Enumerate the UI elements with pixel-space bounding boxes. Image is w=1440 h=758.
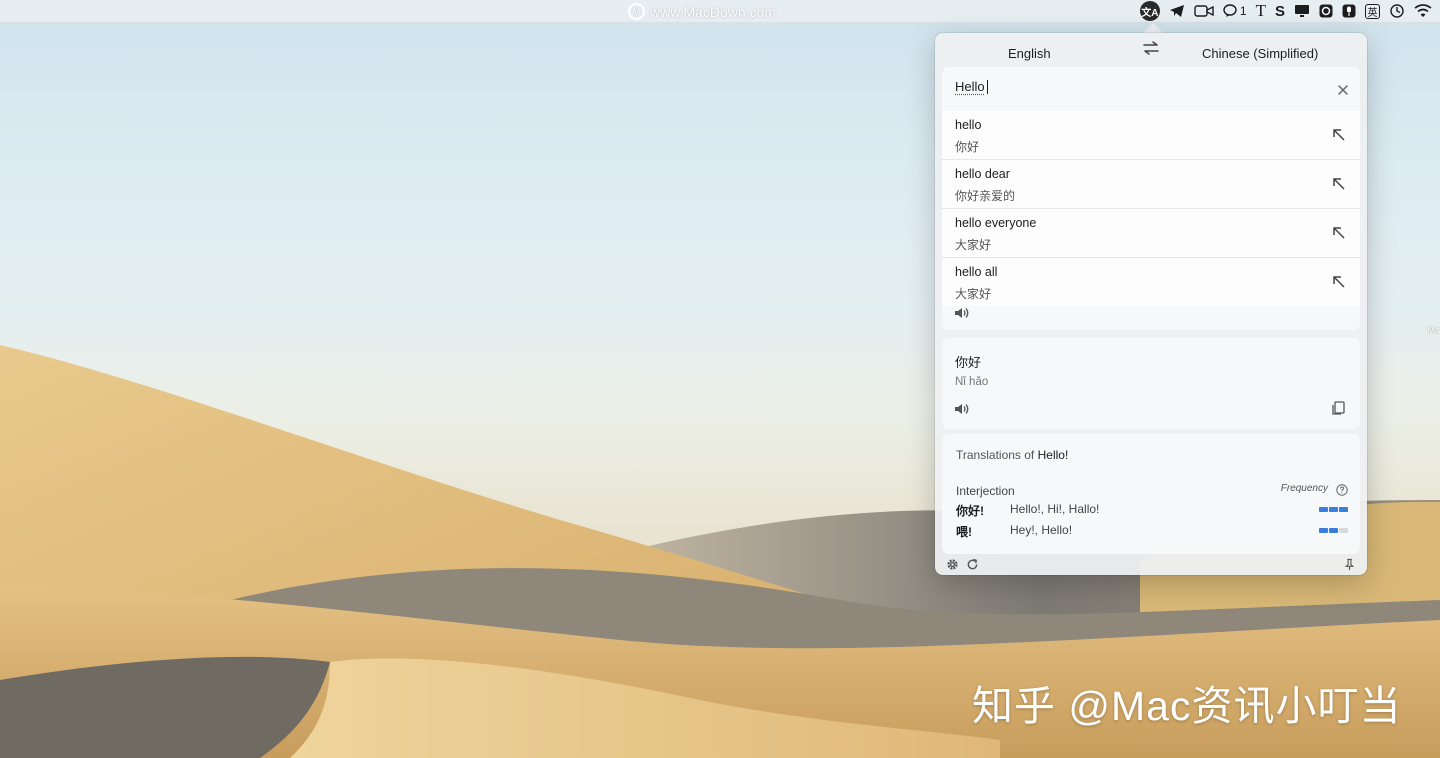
popover-footer (935, 554, 1367, 575)
input-method-icon[interactable]: 英 (1365, 0, 1380, 22)
dictionary-entry[interactable]: 你好! Hello!, Hi!, Hallo! (956, 502, 1348, 520)
suggestion-chinese: 你好 (955, 140, 980, 154)
copy-icon[interactable] (1330, 400, 1346, 416)
chat-bubbles-icon[interactable]: 1 (1223, 0, 1247, 22)
entry-chinese: 喂! (956, 525, 972, 539)
frequency-bars (1319, 528, 1348, 533)
chat-count: 1 (1239, 4, 1247, 18)
circle-square-icon[interactable] (1319, 0, 1333, 22)
fill-input-arrow-icon[interactable] (1332, 275, 1346, 289)
frequency-bar (1329, 507, 1338, 512)
pinyin-transliteration: Nǐ hǎo (955, 376, 989, 388)
suggestion-item[interactable]: hello dear 你好亲爱的 (942, 159, 1360, 208)
translator-popover: English Chinese (Simplified) Hello hello… (935, 33, 1367, 575)
frequency-bar (1339, 528, 1348, 533)
popover-arrow (1143, 23, 1163, 33)
frequency-bar (1329, 528, 1338, 533)
watermark-logo-icon: M (628, 3, 645, 20)
edge-desktop-label: Ma (1427, 325, 1440, 335)
target-language-button[interactable]: Chinese (Simplified) (1202, 46, 1318, 61)
pin-icon[interactable] (1343, 558, 1356, 571)
translate-icon[interactable]: 文A (1139, 0, 1160, 22)
suggestion-english: hello all (955, 265, 998, 279)
listen-source-speaker-icon[interactable] (954, 306, 970, 320)
strike-icon[interactable]: S (1275, 0, 1285, 22)
frequency-bar (1319, 507, 1328, 512)
entry-english: Hey!, Hello! (1010, 523, 1073, 537)
source-input[interactable]: Hello (942, 67, 1360, 111)
microphone-icon[interactable] (1342, 0, 1356, 22)
suggestion-english: hello dear (955, 167, 1010, 181)
fill-input-arrow-icon[interactable] (1332, 177, 1346, 191)
menu-bar-tray: 文A 1 T S 英 (1139, 0, 1432, 22)
translation-result: 你好 (955, 355, 982, 370)
frequency-label: Frequency (1280, 483, 1328, 494)
fill-input-arrow-icon[interactable] (1332, 226, 1346, 240)
frequency-bar (1339, 507, 1348, 512)
gear-icon[interactable] (946, 558, 959, 571)
text-caret (987, 80, 988, 94)
suggestion-item[interactable]: hello 你好 (942, 111, 1360, 159)
dictionary-title-word: Hello! (1037, 448, 1069, 462)
suggestion-chinese: 你好亲爱的 (955, 189, 1016, 203)
time-machine-icon[interactable] (1389, 0, 1405, 22)
listen-translation-speaker-icon[interactable] (954, 402, 970, 416)
dictionary-entry[interactable]: 喂! Hey!, Hello! (956, 523, 1348, 541)
source-language-button[interactable]: English (1008, 46, 1051, 61)
telegram-icon[interactable] (1169, 0, 1185, 22)
dictionary-title: Translations of Hello! (956, 448, 1068, 462)
dictionary-card: Translations of Hello! Interjection Freq… (942, 434, 1360, 554)
part-of-speech: Interjection (956, 484, 1015, 498)
wifi-icon[interactable] (1414, 0, 1432, 22)
swap-languages-icon[interactable] (1141, 40, 1161, 56)
entry-chinese: 你好! (956, 504, 984, 518)
clear-icon[interactable] (1336, 83, 1350, 97)
zhihu-watermark: 知乎 @Mac资讯小叮当 (972, 683, 1402, 729)
menu-bar: M www.MacDown.com 文A 1 T S 英 (0, 0, 1440, 23)
suggestion-chinese: 大家好 (955, 287, 992, 301)
typeface-icon[interactable]: T (1256, 0, 1266, 22)
fill-input-arrow-icon[interactable] (1332, 128, 1346, 142)
camera-icon[interactable] (1194, 0, 1214, 22)
suggestion-english: hello (955, 118, 982, 132)
translation-result-card: 你好 Nǐ hǎo (942, 338, 1360, 429)
language-bar: English Chinese (Simplified) (935, 33, 1367, 69)
frequency-bar (1319, 528, 1328, 533)
suggestion-item[interactable]: hello everyone 大家好 (942, 208, 1360, 257)
display-icon[interactable] (1294, 0, 1310, 22)
suggestion-chinese: 大家好 (955, 238, 992, 252)
site-watermark: M www.MacDown.com (628, 3, 776, 20)
suggestion-english: hello everyone (955, 216, 1037, 230)
watermark-text: www.MacDown.com (650, 3, 777, 20)
frequency-bars (1319, 507, 1348, 512)
help-icon[interactable] (1336, 484, 1348, 496)
input-card: Hello hello 你好 hello dear 你好亲爱的 hello ev… (942, 67, 1360, 330)
dictionary-title-prefix: Translations of (956, 448, 1035, 462)
source-input-text[interactable]: Hello (955, 79, 985, 94)
suggestion-list: hello 你好 hello dear 你好亲爱的 hello everyone… (942, 111, 1360, 306)
refresh-icon[interactable] (966, 558, 979, 571)
entry-english: Hello!, Hi!, Hallo! (1010, 502, 1100, 516)
suggestion-item[interactable]: hello all 大家好 (942, 257, 1360, 306)
